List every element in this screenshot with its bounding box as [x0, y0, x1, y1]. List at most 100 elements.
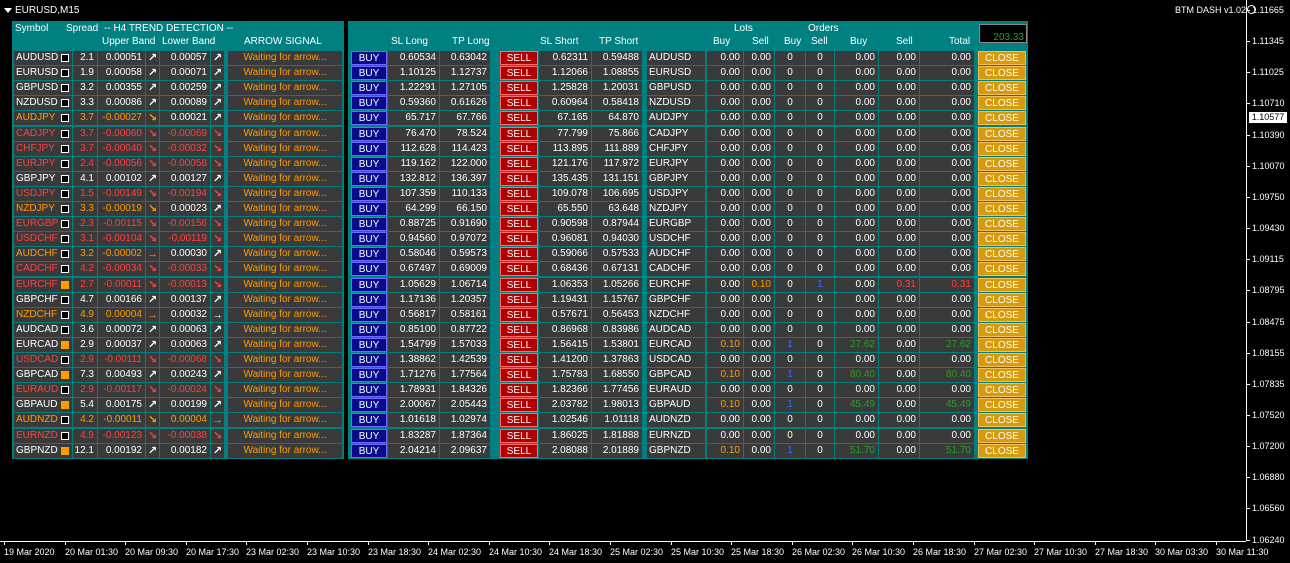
symbol-checkbox[interactable] — [61, 84, 69, 92]
sell-button[interactable]: SELL — [500, 172, 538, 186]
sell-button[interactable]: SELL — [500, 51, 538, 65]
close-button[interactable]: CLOSE — [978, 96, 1026, 110]
close-button[interactable]: CLOSE — [978, 413, 1026, 427]
buy-button[interactable]: BUY — [351, 81, 387, 95]
sell-button[interactable]: SELL — [500, 202, 538, 216]
symbol-checkbox[interactable] — [61, 341, 69, 349]
sell-button[interactable]: SELL — [500, 338, 538, 352]
close-button[interactable]: CLOSE — [978, 353, 1026, 367]
sell-button[interactable]: SELL — [500, 81, 538, 95]
close-button[interactable]: CLOSE — [978, 308, 1026, 322]
symbol-checkbox[interactable] — [61, 432, 69, 440]
symbol-checkbox[interactable] — [61, 447, 69, 455]
symbol-checkbox[interactable] — [61, 54, 69, 62]
sell-button[interactable]: SELL — [500, 398, 538, 412]
sell-button[interactable]: SELL — [500, 217, 538, 231]
buy-button[interactable]: BUY — [351, 398, 387, 412]
sell-button[interactable]: SELL — [500, 413, 538, 427]
buy-button[interactable]: BUY — [351, 308, 387, 322]
symbol-checkbox[interactable] — [61, 175, 69, 183]
buy-button[interactable]: BUY — [351, 429, 387, 443]
symbol-checkbox[interactable] — [61, 281, 69, 289]
buy-button[interactable]: BUY — [351, 247, 387, 261]
symbol-checkbox[interactable] — [61, 386, 69, 394]
buy-button[interactable]: BUY — [351, 202, 387, 216]
close-button[interactable]: CLOSE — [978, 187, 1026, 201]
symbol-checkbox[interactable] — [61, 401, 69, 409]
buy-button[interactable]: BUY — [351, 293, 387, 307]
sell-button[interactable]: SELL — [500, 323, 538, 337]
sell-button[interactable]: SELL — [500, 247, 538, 261]
close-button[interactable]: CLOSE — [978, 338, 1026, 352]
close-button[interactable]: CLOSE — [978, 142, 1026, 156]
close-button[interactable]: CLOSE — [978, 262, 1026, 276]
close-button[interactable]: CLOSE — [978, 368, 1026, 382]
buy-button[interactable]: BUY — [351, 217, 387, 231]
close-button[interactable]: CLOSE — [978, 247, 1026, 261]
sell-button[interactable]: SELL — [500, 232, 538, 246]
sell-button[interactable]: SELL — [500, 429, 538, 443]
symbol-checkbox[interactable] — [61, 145, 69, 153]
sell-button[interactable]: SELL — [500, 444, 538, 458]
close-button[interactable]: CLOSE — [978, 157, 1026, 171]
sell-button[interactable]: SELL — [500, 142, 538, 156]
symbol-checkbox[interactable] — [61, 371, 69, 379]
close-button[interactable]: CLOSE — [978, 444, 1026, 458]
close-button[interactable]: CLOSE — [978, 429, 1026, 443]
buy-button[interactable]: BUY — [351, 413, 387, 427]
buy-button[interactable]: BUY — [351, 187, 387, 201]
buy-button[interactable]: BUY — [351, 142, 387, 156]
sell-button[interactable]: SELL — [500, 127, 538, 141]
buy-button[interactable]: BUY — [351, 232, 387, 246]
buy-button[interactable]: BUY — [351, 66, 387, 80]
close-button[interactable]: CLOSE — [978, 383, 1026, 397]
buy-button[interactable]: BUY — [351, 368, 387, 382]
close-button[interactable]: CLOSE — [978, 127, 1026, 141]
symbol-checkbox[interactable] — [61, 356, 69, 364]
close-button[interactable]: CLOSE — [978, 398, 1026, 412]
close-button[interactable]: CLOSE — [978, 172, 1026, 186]
buy-button[interactable]: BUY — [351, 51, 387, 65]
sell-button[interactable]: SELL — [500, 383, 538, 397]
symbol-checkbox[interactable] — [61, 130, 69, 138]
symbol-checkbox[interactable] — [61, 114, 69, 122]
symbol-checkbox[interactable] — [61, 265, 69, 273]
buy-button[interactable]: BUY — [351, 323, 387, 337]
symbol-checkbox[interactable] — [61, 99, 69, 107]
symbol-checkbox[interactable] — [61, 311, 69, 319]
buy-button[interactable]: BUY — [351, 111, 387, 125]
symbol-checkbox[interactable] — [61, 160, 69, 168]
sell-button[interactable]: SELL — [500, 66, 538, 80]
close-button[interactable]: CLOSE — [978, 217, 1026, 231]
chart-window-title[interactable]: EURUSD,M15 — [4, 3, 79, 17]
symbol-checkbox[interactable] — [61, 296, 69, 304]
sell-button[interactable]: SELL — [500, 187, 538, 201]
symbol-checkbox[interactable] — [61, 205, 69, 213]
buy-button[interactable]: BUY — [351, 262, 387, 276]
buy-button[interactable]: BUY — [351, 127, 387, 141]
symbol-checkbox[interactable] — [61, 190, 69, 198]
sell-button[interactable]: SELL — [500, 293, 538, 307]
close-button[interactable]: CLOSE — [978, 51, 1026, 65]
buy-button[interactable]: BUY — [351, 444, 387, 458]
chevron-down-icon[interactable] — [4, 7, 12, 13]
symbol-checkbox[interactable] — [61, 250, 69, 258]
buy-button[interactable]: BUY — [351, 338, 387, 352]
buy-button[interactable]: BUY — [351, 383, 387, 397]
buy-button[interactable]: BUY — [351, 278, 387, 292]
sell-button[interactable]: SELL — [500, 353, 538, 367]
close-button[interactable]: CLOSE — [978, 66, 1026, 80]
close-button[interactable]: CLOSE — [978, 323, 1026, 337]
close-button[interactable]: CLOSE — [978, 111, 1026, 125]
sell-button[interactable]: SELL — [500, 111, 538, 125]
sell-button[interactable]: SELL — [500, 262, 538, 276]
sell-button[interactable]: SELL — [500, 157, 538, 171]
close-button[interactable]: CLOSE — [978, 232, 1026, 246]
close-button[interactable]: CLOSE — [978, 293, 1026, 307]
sell-button[interactable]: SELL — [500, 96, 538, 110]
buy-button[interactable]: BUY — [351, 157, 387, 171]
buy-button[interactable]: BUY — [351, 96, 387, 110]
buy-button[interactable]: BUY — [351, 353, 387, 367]
sell-button[interactable]: SELL — [500, 278, 538, 292]
sell-button[interactable]: SELL — [500, 368, 538, 382]
